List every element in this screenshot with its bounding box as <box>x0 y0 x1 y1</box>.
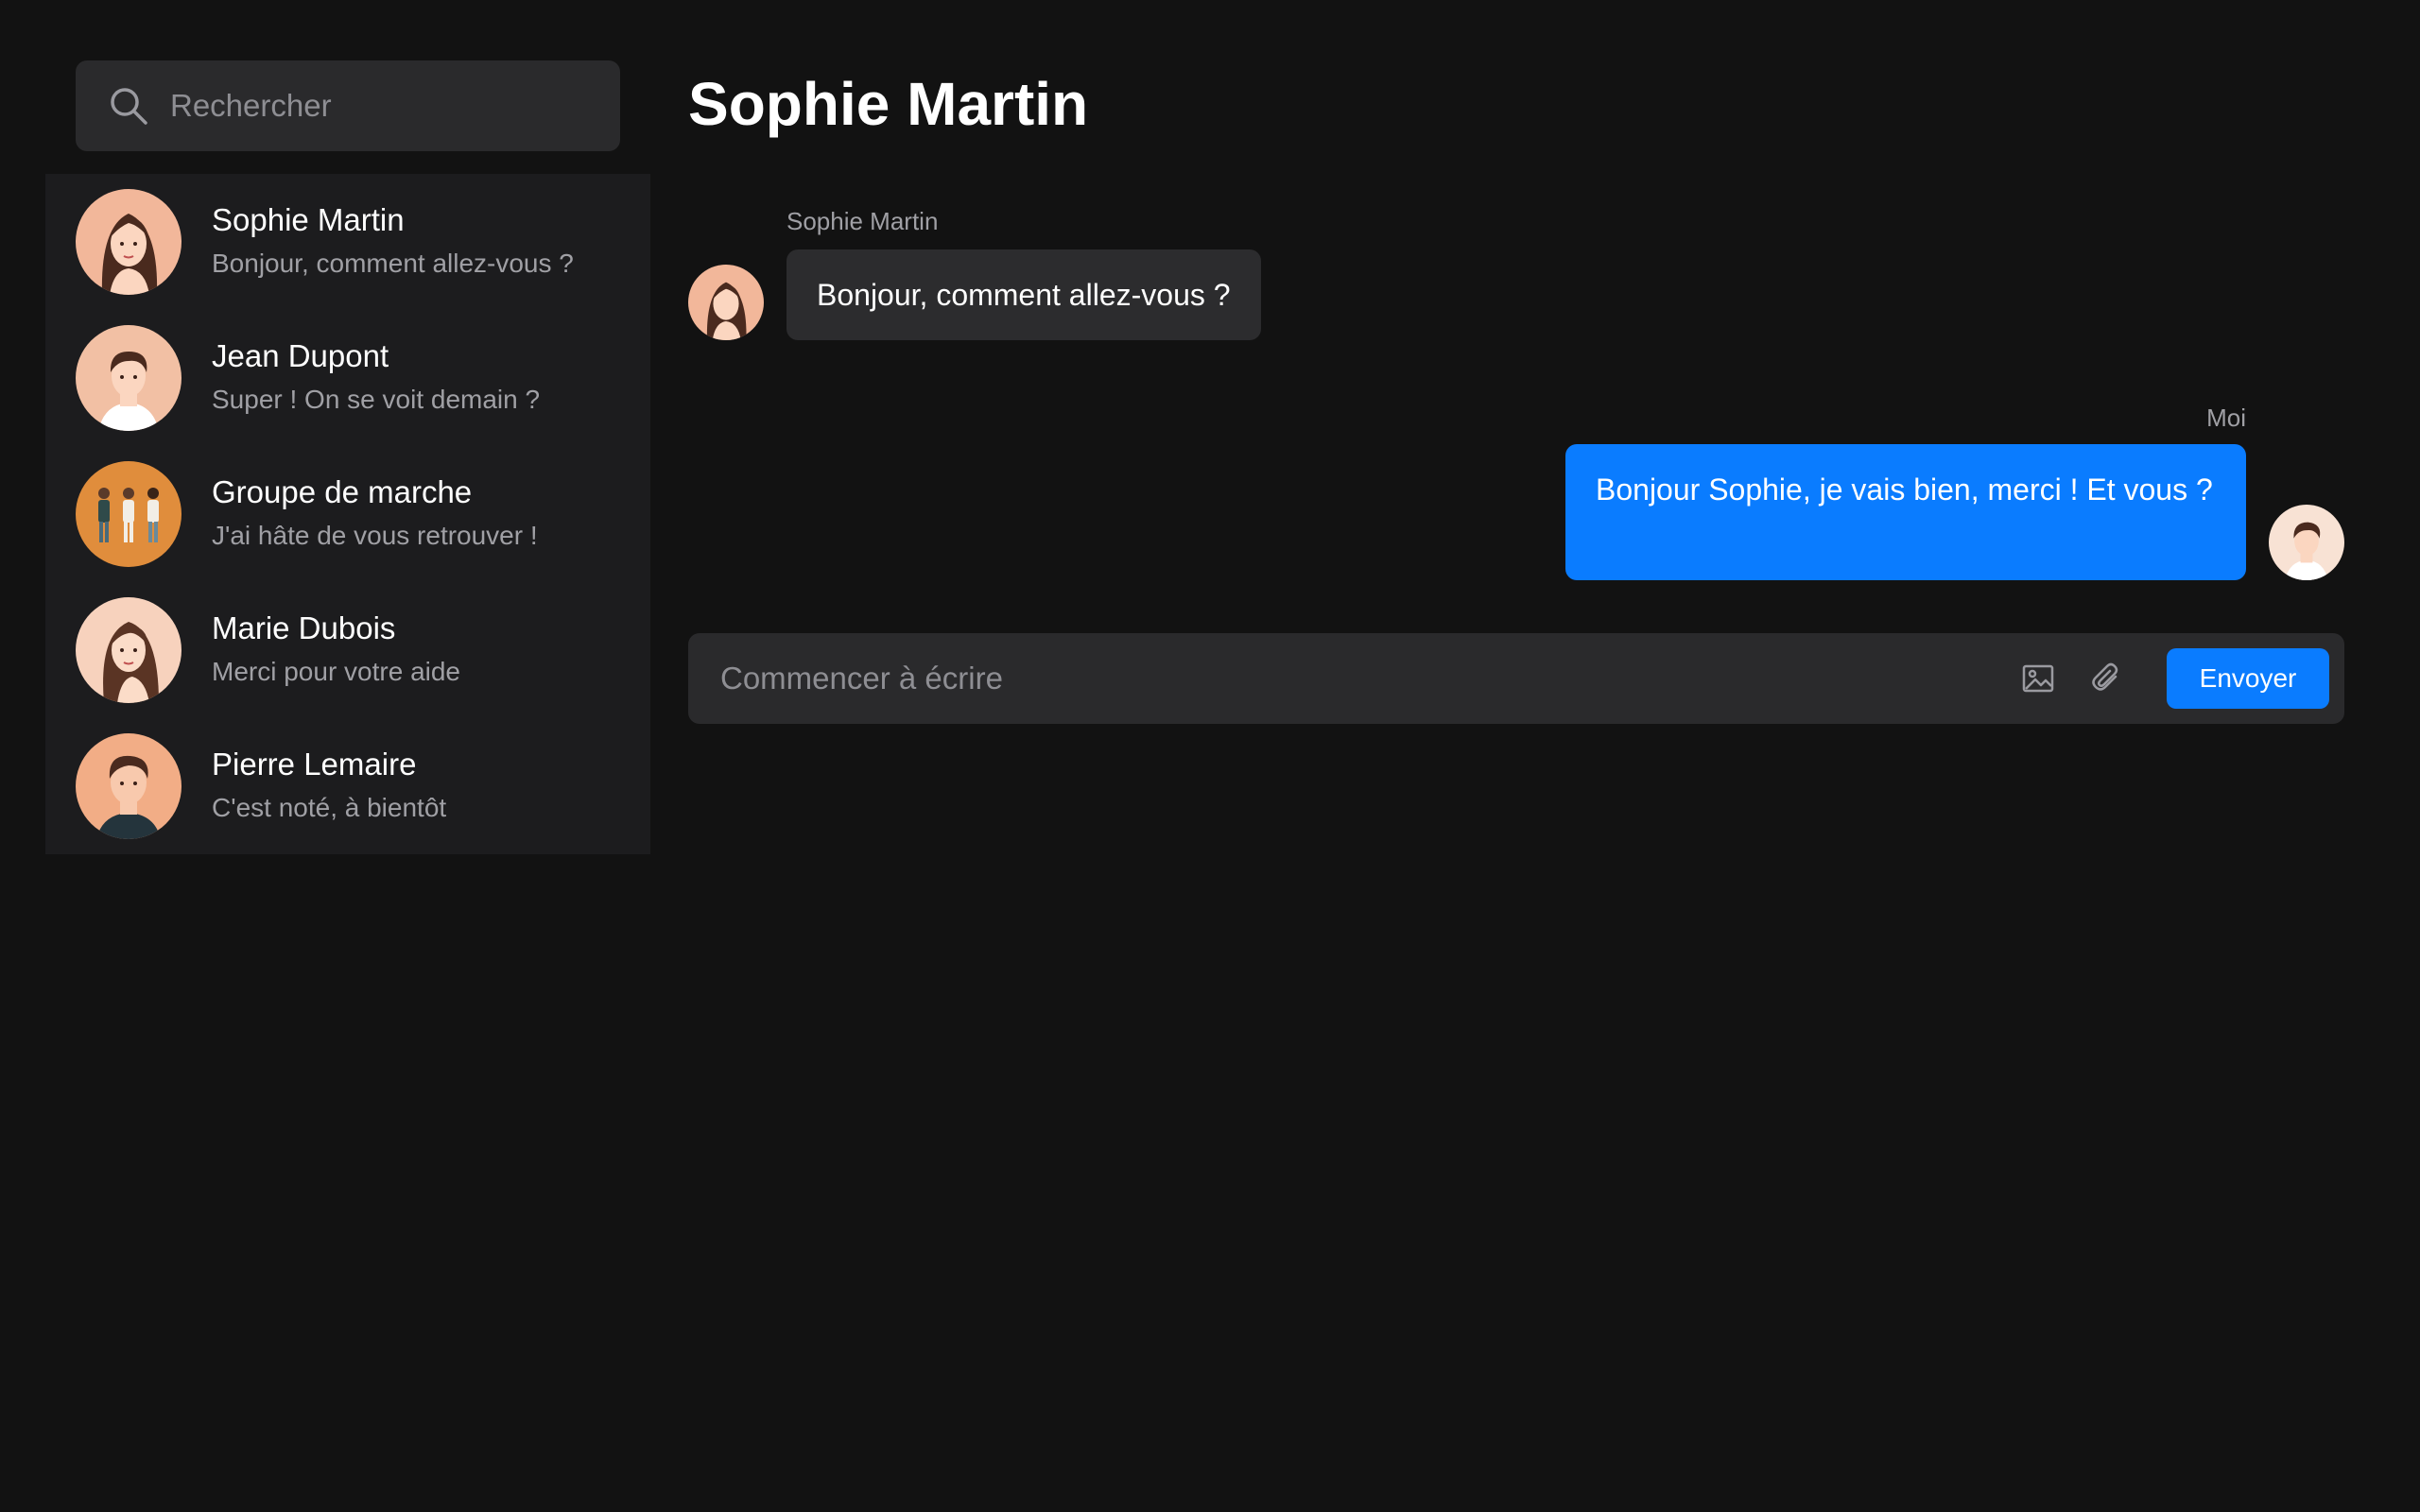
conversation-preview: Super ! On se voit demain ? <box>212 385 541 414</box>
message-composer: Envoyer <box>688 633 2344 724</box>
message-sender: Sophie Martin <box>786 207 939 235</box>
avatar <box>76 597 182 703</box>
conversation-name: Jean Dupont <box>212 338 389 373</box>
avatar <box>76 461 182 567</box>
conversation-preview: C'est noté, à bientôt <box>212 793 447 822</box>
conversation-name: Marie Dubois <box>212 610 396 645</box>
conversation-item[interactable]: Jean Dupont Super ! On se voit demain ? <box>45 310 650 446</box>
conversation-item[interactable]: Groupe de marche J'ai hâte de vous retro… <box>45 446 650 582</box>
conversation-name: Groupe de marche <box>212 474 473 509</box>
avatar <box>76 733 182 839</box>
conversation-name: Sophie Martin <box>212 202 405 237</box>
my-avatar <box>2269 505 2344 580</box>
search-icon <box>108 85 149 127</box>
avatar <box>76 189 182 295</box>
conversation-name: Pierre Lemaire <box>212 747 417 782</box>
message-input[interactable] <box>718 656 1947 701</box>
image-icon[interactable] <box>2019 660 2057 697</box>
chat-title: Sophie Martin <box>688 70 1089 138</box>
search-box[interactable] <box>76 60 620 151</box>
message-sender: Moi <box>2206 404 2246 432</box>
send-button[interactable]: Envoyer <box>2167 648 2329 709</box>
sender-avatar <box>688 265 764 340</box>
conversation-preview: Bonjour, comment allez-vous ? <box>212 249 574 278</box>
paperclip-icon[interactable] <box>2087 660 2125 697</box>
message-bubble-incoming: Bonjour, comment allez-vous ? <box>786 249 1261 340</box>
message-bubble-outgoing: Bonjour Sophie, je vais bien, merci ! Et… <box>1565 444 2246 580</box>
conversation-item[interactable]: Pierre Lemaire C'est noté, à bientôt <box>45 718 650 854</box>
avatar <box>76 325 182 431</box>
search-input[interactable] <box>168 87 584 125</box>
conversation-item[interactable]: Marie Dubois Merci pour votre aide <box>45 582 650 718</box>
conversation-item[interactable]: Sophie Martin Bonjour, comment allez-vou… <box>45 174 650 310</box>
conversation-list: Sophie Martin Bonjour, comment allez-vou… <box>45 174 650 854</box>
conversation-preview: J'ai hâte de vous retrouver ! <box>212 521 538 550</box>
conversation-preview: Merci pour votre aide <box>212 657 461 686</box>
